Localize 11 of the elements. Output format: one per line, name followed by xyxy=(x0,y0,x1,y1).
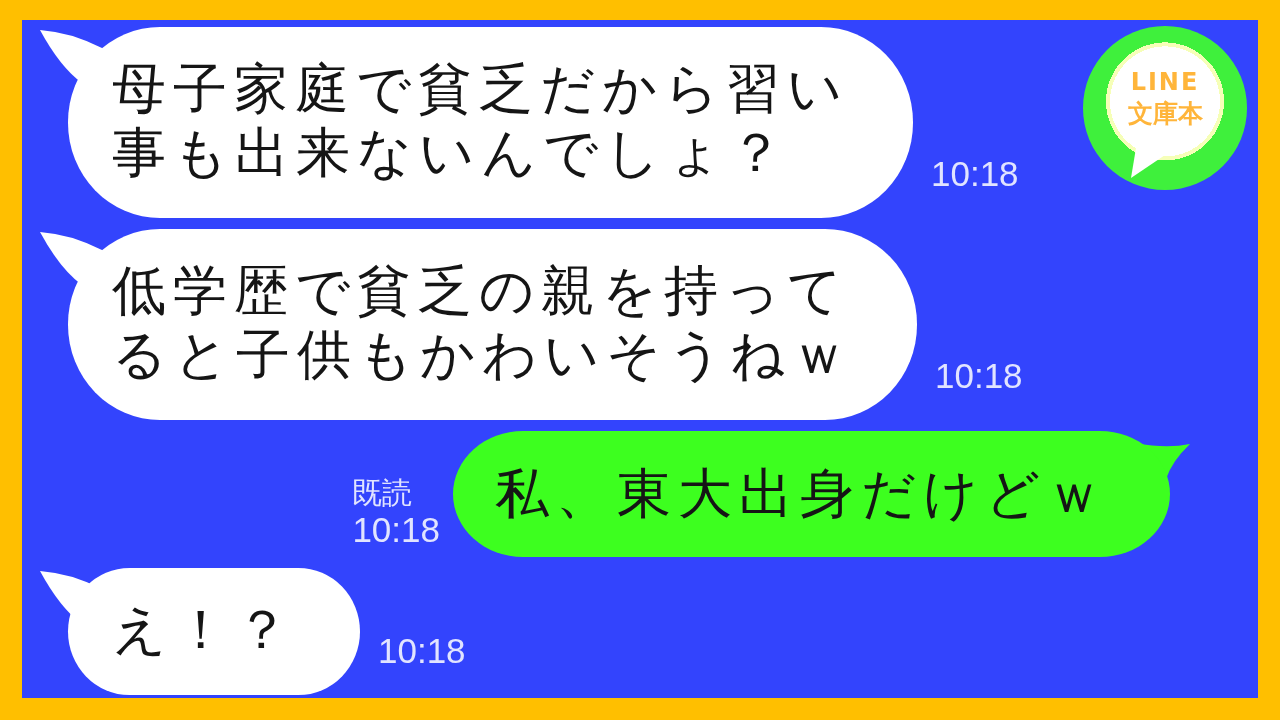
timestamp: 10:18 xyxy=(931,155,1019,193)
timestamp: 10:18 xyxy=(378,632,466,670)
logo-text: LINE xyxy=(1130,67,1200,98)
logo-text: 文庫本 xyxy=(1127,98,1203,130)
read-receipt: 既読 xyxy=(352,475,413,511)
message-text: 母子家庭で貧乏だから習い 事も出来ないんでしょ？ xyxy=(112,57,849,185)
timestamp: 10:18 xyxy=(935,357,1023,395)
timestamp: 10:18 xyxy=(352,511,440,549)
message-text: 私、東大出身だけどｗ xyxy=(495,462,1108,526)
message-text: え！？ xyxy=(112,598,296,662)
message-text: 低学歴で貧乏の親を持って ると子供もかわいそうねｗ xyxy=(112,259,853,387)
